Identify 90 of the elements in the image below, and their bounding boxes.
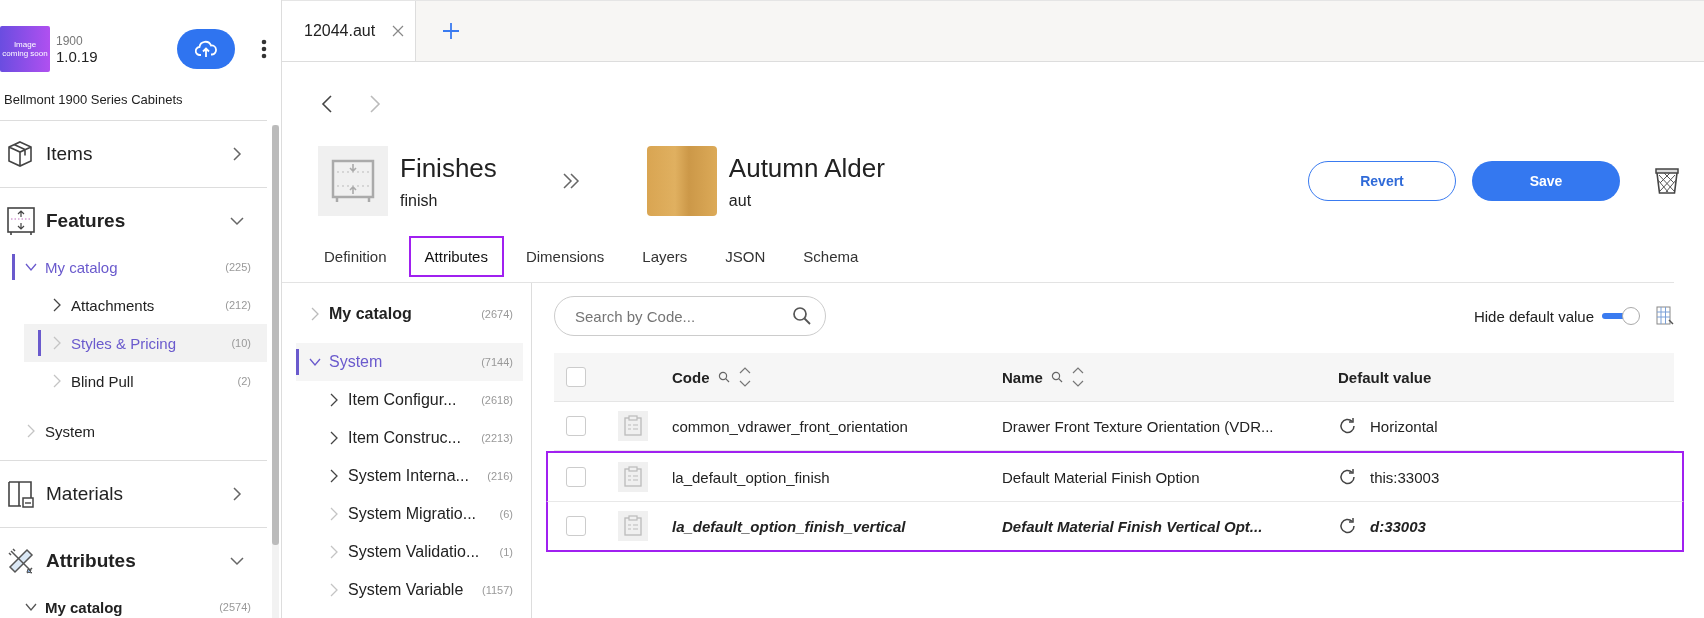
- wastebasket-icon[interactable]: [1654, 166, 1680, 196]
- column-header[interactable]: Name: [1002, 368, 1043, 386]
- feature-code: finish: [400, 191, 439, 210]
- pencil-ruler-icon: [6, 546, 36, 576]
- section-tab[interactable]: Layers: [626, 236, 704, 277]
- reset-icon[interactable]: [1338, 416, 1358, 436]
- table-cell: Horizontal: [1370, 417, 1438, 435]
- finish-title: Autumn Alder: [728, 152, 885, 184]
- add-tab-icon[interactable]: [442, 22, 461, 40]
- checkbox[interactable]: [566, 416, 586, 436]
- table-cell-text: Default Material Finish Vertical Opt...: [1002, 517, 1264, 535]
- feature-title: Finishes: [400, 152, 497, 184]
- clipboard-icon: [618, 462, 648, 492]
- scrollbar[interactable]: [272, 125, 279, 618]
- finish-code: aut: [728, 191, 753, 210]
- toggle-label: Hide default value: [1473, 307, 1594, 325]
- chevron-right-icon: [328, 469, 340, 483]
- cloud-upload-icon: [195, 40, 217, 58]
- search-icon[interactable]: [717, 371, 730, 383]
- toggle-switch[interactable]: [1602, 307, 1640, 325]
- app-logo: Image coming soon: [0, 26, 50, 72]
- reset-icon[interactable]: [1338, 467, 1358, 487]
- section-tab[interactable]: Definition: [308, 236, 403, 277]
- back-icon[interactable]: [320, 94, 334, 114]
- tree-item[interactable]: Attachments (212): [24, 286, 267, 324]
- column-header[interactable]: Code: [672, 368, 710, 386]
- table-row[interactable]: la_default_option_finish Default Material Finish Option this:33003: [546, 451, 1684, 502]
- table-row[interactable]: common_vdrawer_front_orientation Drawer Front Texture Orientation (VDR... Horizontal: [554, 402, 1674, 451]
- sort-icon[interactable]: [1070, 365, 1085, 389]
- reset-icon[interactable]: [1338, 516, 1358, 536]
- chevron-right-icon: [328, 583, 340, 597]
- checkbox[interactable]: [566, 367, 586, 387]
- tree-item[interactable]: Item Configur... (2618): [296, 381, 523, 419]
- section-tab[interactable]: JSON: [709, 236, 782, 277]
- series-label: 1900: [56, 33, 84, 48]
- tree-item[interactable]: System: [0, 412, 267, 450]
- frame-icon: [6, 206, 36, 236]
- more-menu-icon[interactable]: [261, 39, 267, 59]
- checkbox[interactable]: [566, 467, 586, 487]
- tree-item[interactable]: System Validatio... (1): [296, 533, 523, 571]
- sort-icon[interactable]: [737, 365, 752, 389]
- catalog-name: Bellmont 1900 Series Cabinets: [0, 74, 267, 121]
- save-button[interactable]: Save: [1472, 161, 1620, 201]
- chevron-right-icon: [328, 507, 340, 521]
- section-tab[interactable]: Schema: [787, 236, 875, 277]
- sidebar-section[interactable]: Items: [0, 121, 267, 187]
- table-cell-text: la_default_option_finish: [672, 468, 831, 486]
- tree-item[interactable]: Item Construc... (2213): [296, 419, 523, 457]
- tree-item[interactable]: System Variable (1157): [296, 571, 523, 609]
- chevron-right-icon: [328, 545, 340, 559]
- columns-icon[interactable]: [1656, 306, 1674, 326]
- upload-button[interactable]: [177, 29, 235, 69]
- chevron-right-icon: [328, 431, 340, 445]
- clipboard-icon: [618, 411, 648, 441]
- document-tab[interactable]: 12044.aut: [282, 1, 417, 61]
- tree-item[interactable]: My catalog (2674): [296, 295, 523, 333]
- tree-item[interactable]: System Migratio... (6): [296, 495, 523, 533]
- table-cell-text: common_vdrawer_front_orientation: [672, 417, 909, 435]
- table-row[interactable]: la_default_option_finish_vertical Default Material Finish Vertical Opt... d:33003: [546, 502, 1684, 552]
- chevron-right-icon: [309, 307, 321, 321]
- chevron-right-icon: [328, 393, 340, 407]
- revert-button[interactable]: Revert: [1308, 161, 1456, 201]
- table-cell-text: Drawer Front Texture Orientation (VDR...: [1002, 417, 1275, 435]
- wood-swatch: [646, 146, 717, 216]
- section-tab[interactable]: Dimensions: [509, 236, 621, 277]
- cube-icon: [6, 140, 34, 168]
- table-cell-text: la_default_option_finish_vertical: [672, 517, 907, 535]
- chevron-right-icon: [25, 424, 37, 438]
- cabinet-icon: [6, 479, 36, 509]
- checkbox[interactable]: [566, 516, 586, 536]
- tree-item[interactable]: System Interna... (216): [296, 457, 523, 495]
- section-tab[interactable]: Attributes: [408, 236, 504, 277]
- sidebar-section[interactable]: Materials: [0, 461, 267, 527]
- table-cell: this:33003: [1370, 468, 1440, 486]
- table-cell: d:33003: [1370, 517, 1426, 535]
- column-header[interactable]: Default value: [1338, 368, 1432, 386]
- search-icon[interactable]: [1050, 371, 1063, 383]
- tree-item[interactable]: System (7144): [296, 343, 523, 381]
- tree-item[interactable]: Blind Pull (2): [24, 362, 267, 400]
- clipboard-icon: [618, 511, 648, 541]
- double-chevron-icon: [560, 171, 581, 191]
- version-label: 1.0.19: [56, 47, 98, 65]
- chevron-right-icon: [51, 336, 63, 350]
- chevron-right-icon: [51, 374, 63, 388]
- search-field[interactable]: Search by Code...: [554, 296, 826, 336]
- chevron-right-icon: [51, 298, 63, 312]
- table-cell-text: Default Material Finish Option: [1002, 468, 1201, 486]
- tree-item[interactable]: Styles & Pricing (10): [24, 324, 267, 362]
- close-icon[interactable]: [391, 24, 406, 38]
- search-icon: [792, 306, 812, 326]
